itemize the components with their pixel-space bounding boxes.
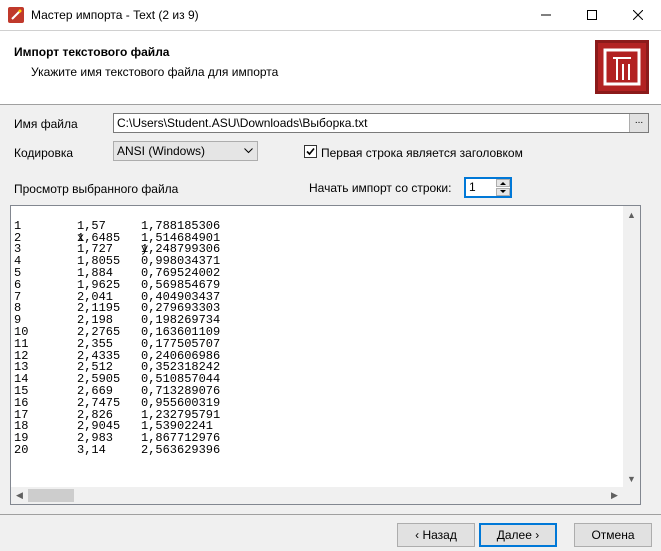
file-name-label: Имя файла: [14, 117, 78, 131]
triangle-up-icon: [500, 182, 506, 185]
start-row-label: Начать импорт со строки:: [309, 181, 452, 195]
first-row-header-checkbox[interactable]: [304, 145, 317, 158]
encoding-label: Кодировка: [14, 146, 74, 160]
minimize-icon: [541, 14, 551, 16]
start-row-value: 1: [469, 180, 476, 194]
scroll-down-arrow-icon[interactable]: ▼: [623, 470, 640, 487]
first-row-header-label[interactable]: Первая строка является заголовком: [321, 146, 523, 160]
window-title: Мастер импорта - Text (2 из 9): [31, 8, 199, 22]
scrollbar-corner: [623, 487, 640, 504]
start-row-stepper[interactable]: 1: [464, 177, 512, 198]
preview-label: Просмотр выбранного файла: [14, 182, 179, 196]
close-icon: [633, 10, 643, 20]
preview-cell: 20: [14, 442, 29, 457]
preview-text: x y 1 1,57 1,788185306 2 1,6485 1,514684901 3 1…: [14, 209, 220, 457]
stepper-down-button[interactable]: [496, 188, 510, 196]
file-name-input[interactable]: C:\Users\Student.ASU\Downloads\Выборка.t…: [113, 113, 649, 133]
checkmark-icon: [306, 147, 315, 156]
next-button[interactable]: Далее ›: [479, 523, 557, 547]
vertical-scrollbar[interactable]: ▲ ▼: [623, 206, 640, 487]
file-preview[interactable]: x y 1 1,57 1,788185306 2 1,6485 1,514684901 3 1…: [10, 205, 641, 505]
horizontal-scroll-thumb[interactable]: [28, 489, 74, 502]
scroll-right-arrow-icon[interactable]: ▶: [606, 487, 623, 504]
title-bar: Мастер импорта - Text (2 из 9): [0, 0, 661, 30]
encoding-select[interactable]: ANSI (Windows): [113, 141, 258, 161]
browse-button[interactable]: ...: [629, 114, 648, 132]
header-subtitle: Укажите имя текстового файла для импорта: [31, 65, 279, 79]
import-wizard-icon: [595, 40, 649, 94]
stepper-up-button[interactable]: [496, 179, 510, 187]
wizard-header: Импорт текстового файла Укажите имя текс…: [0, 30, 661, 105]
chevron-down-icon: [244, 148, 253, 154]
header-title: Импорт текстового файла: [14, 45, 170, 59]
horizontal-scrollbar[interactable]: ◀ ▶: [11, 487, 623, 504]
back-button[interactable]: ‹ Назад: [397, 523, 475, 547]
maximize-button[interactable]: [569, 0, 615, 30]
scroll-up-arrow-icon[interactable]: ▲: [623, 206, 640, 223]
encoding-value: ANSI (Windows): [117, 144, 206, 158]
footer-divider: [0, 514, 661, 515]
cancel-button[interactable]: Отмена: [574, 523, 652, 547]
scroll-left-arrow-icon[interactable]: ◀: [11, 487, 28, 504]
preview-cell: 3,14: [77, 442, 106, 457]
preview-cell: 2,563629396: [141, 442, 221, 457]
close-button[interactable]: [615, 0, 661, 30]
maximize-icon: [587, 10, 597, 20]
minimize-button[interactable]: [523, 0, 569, 30]
file-name-value: C:\Users\Student.ASU\Downloads\Выборка.t…: [117, 116, 368, 130]
wand-icon: [8, 7, 24, 23]
preview-row: 20 3,14 2,563629396: [14, 442, 220, 457]
triangle-down-icon: [500, 190, 506, 193]
